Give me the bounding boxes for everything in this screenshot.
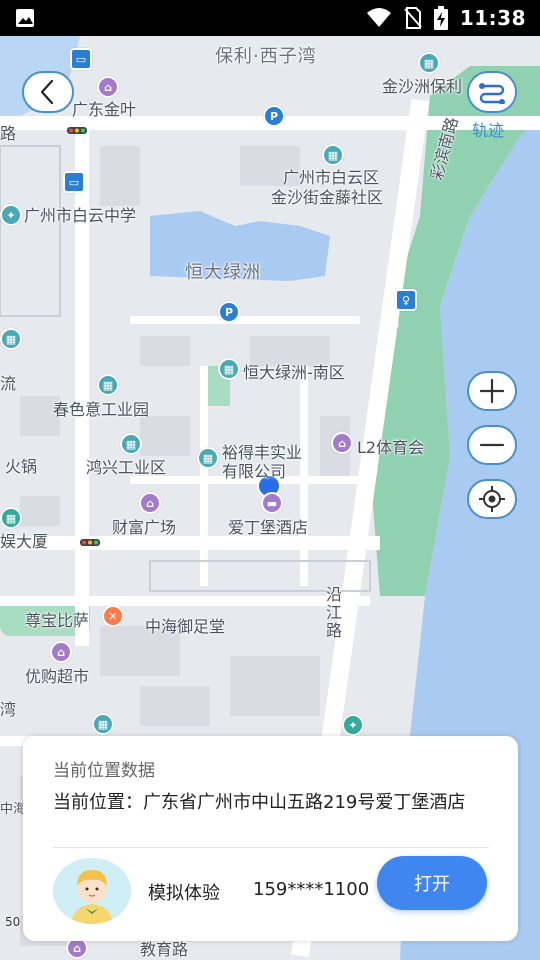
- avatar: [53, 858, 131, 924]
- poi-building-icon[interactable]: ▦: [92, 713, 114, 735]
- map-label: 春色意工业园: [53, 400, 150, 419]
- current-address: 当前位置：广东省广州市中山五路219号爱丁堡酒店: [53, 792, 466, 813]
- back-button[interactable]: [22, 71, 74, 113]
- map-label: 路: [0, 124, 17, 143]
- map-label: 尊宝比萨: [25, 611, 90, 630]
- parking-icon[interactable]: P: [218, 301, 240, 323]
- poi-building-icon[interactable]: ▦: [97, 374, 119, 396]
- map-label: 鸿兴工业区: [86, 458, 167, 477]
- hotel-icon[interactable]: ▬: [261, 492, 283, 514]
- map-label: 优购超市: [25, 667, 90, 686]
- shopping-icon[interactable]: ⌂: [50, 641, 72, 663]
- map-label: 财富广场: [112, 518, 177, 537]
- map-label: 娱大厦: [0, 532, 49, 551]
- shopping-icon[interactable]: ⌂: [139, 492, 161, 514]
- school-icon[interactable]: ✦: [342, 714, 364, 736]
- battery-charging-icon: [433, 6, 448, 30]
- shopping-icon[interactable]: ⌂: [97, 76, 119, 98]
- chevron-left-icon: [40, 79, 54, 105]
- zoom-in-button[interactable]: [467, 371, 517, 411]
- poi-building-icon[interactable]: ▦: [0, 507, 22, 529]
- map-label: 湾: [0, 700, 17, 719]
- divider: [53, 847, 489, 848]
- map-label: 金沙洲保利: [382, 77, 463, 96]
- locate-icon: [479, 486, 505, 512]
- map-label: 金沙街金藤社区: [271, 188, 384, 207]
- poi-building-icon[interactable]: ▦: [218, 358, 240, 380]
- map-label: 保利·西子湾: [215, 46, 317, 67]
- track-label[interactable]: 轨迹: [472, 117, 504, 141]
- shopping-icon[interactable]: ⌂: [331, 432, 353, 454]
- user-phone: 159****1100: [253, 879, 370, 900]
- track-button[interactable]: [467, 71, 517, 113]
- image-icon: [16, 9, 34, 27]
- map-label: 流: [0, 374, 17, 393]
- plus-icon: [479, 378, 505, 404]
- route-icon: [479, 83, 505, 104]
- poi-building-icon[interactable]: ▦: [418, 52, 440, 74]
- open-button[interactable]: 打开: [377, 856, 487, 910]
- wifi-icon: [366, 8, 391, 27]
- road-label: 路: [326, 621, 343, 640]
- map-label: 火锅: [5, 457, 38, 476]
- status-time: 11:38: [459, 6, 526, 30]
- user-avatar-icon: [53, 858, 131, 924]
- map-label: 恒大绿洲: [185, 262, 261, 283]
- scale-label: 50: [5, 915, 21, 929]
- restroom-icon[interactable]: ♀: [395, 289, 417, 311]
- poi-building-icon[interactable]: ▦: [120, 433, 142, 455]
- zoom-out-button[interactable]: [467, 425, 517, 465]
- card-title: 当前位置数据: [53, 761, 155, 781]
- poi-building-icon[interactable]: ▦: [197, 447, 219, 469]
- parking-icon[interactable]: P: [263, 105, 285, 127]
- location-card: 当前位置数据 当前位置：广东省广州市中山五路219号爱丁堡酒店 模拟体验 159…: [23, 736, 518, 941]
- no-sim-icon: [404, 7, 422, 29]
- map-label: 恒大绿洲-南区: [243, 363, 345, 382]
- school-icon[interactable]: ✦: [0, 204, 22, 226]
- locate-button[interactable]: [467, 479, 517, 519]
- map-label: 广州市白云中学: [24, 206, 137, 225]
- map-label: L2体育会: [357, 438, 425, 457]
- restaurant-icon[interactable]: ✕: [102, 605, 124, 627]
- map-label: 爱丁堡酒店: [228, 518, 309, 537]
- poi-building-icon[interactable]: ▦: [0, 328, 22, 350]
- user-name: 模拟体验: [148, 883, 220, 904]
- bus-stop-icon[interactable]: ▭: [70, 48, 92, 70]
- bus-stop-icon[interactable]: ▭: [63, 171, 85, 193]
- map-label: 有限公司: [222, 462, 287, 481]
- status-bar: 11:38: [0, 0, 540, 36]
- minus-icon: [479, 443, 505, 447]
- poi-building-icon[interactable]: ▦: [322, 144, 344, 166]
- map-label: 中海御足堂: [145, 617, 226, 636]
- map-label: 广东金叶: [72, 100, 137, 119]
